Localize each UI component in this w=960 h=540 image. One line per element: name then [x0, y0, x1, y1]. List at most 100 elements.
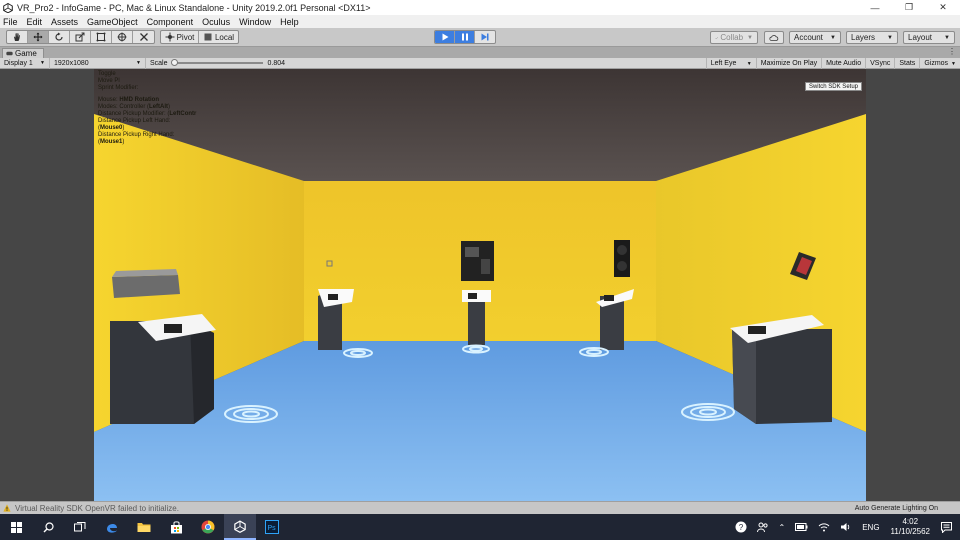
language-indicator[interactable]: ENG: [862, 523, 879, 532]
scale-label: Scale: [150, 59, 168, 67]
collab-dropdown[interactable]: Collab ▼: [710, 31, 758, 44]
hand-tool-button[interactable]: [7, 31, 28, 43]
hud-line-move: Move Pl: [98, 78, 120, 84]
stats-toggle[interactable]: Stats: [894, 58, 919, 69]
play-icon: [442, 33, 448, 41]
tab-game[interactable]: Game: [2, 48, 44, 58]
scale-slider-handle[interactable]: [170, 59, 178, 66]
help-tray-button[interactable]: ?: [735, 521, 747, 533]
people-tray-button[interactable]: [756, 522, 769, 533]
tab-menu-icon[interactable]: ⋮: [948, 47, 956, 56]
hud-line-distance-modifier: Distance Pickup Modifier: (LeftContr: [98, 111, 197, 117]
scale-slider[interactable]: [170, 59, 263, 66]
maximize-on-play-toggle[interactable]: Maximize On Play: [755, 58, 821, 69]
search-icon: [43, 521, 54, 532]
custom-tool-button[interactable]: [133, 31, 154, 43]
local-axes-icon: [204, 33, 212, 41]
menu-file[interactable]: File: [3, 17, 18, 27]
clock[interactable]: 4:02 11/10/2562: [891, 517, 930, 537]
unity-taskbar-button[interactable]: [224, 514, 256, 540]
controls-overlay: Toggle Move Pl Sprint Modifier: Mouse: H…: [98, 71, 198, 146]
pedestal-front-left: [110, 314, 216, 424]
svg-text:?: ?: [738, 523, 743, 532]
collab-label: Collab: [720, 33, 744, 42]
hud-line-sprint: Sprint Modifier:: [98, 85, 139, 91]
task-view-button[interactable]: [64, 514, 96, 540]
close-button[interactable]: ✕: [926, 0, 960, 15]
pause-button[interactable]: [455, 31, 475, 43]
transform-tool-button[interactable]: [112, 31, 133, 43]
minimize-button[interactable]: —: [858, 0, 892, 15]
start-button[interactable]: [0, 514, 32, 540]
pause-icon: [461, 33, 468, 41]
layers-dropdown[interactable]: Layers ▼: [846, 31, 898, 44]
vsync-toggle[interactable]: VSync: [865, 58, 894, 69]
chevron-down-icon: ▼: [136, 60, 141, 66]
edge-browser-button[interactable]: [96, 514, 128, 540]
switch-sdk-setup-button[interactable]: Switch SDK Setup: [804, 82, 862, 91]
wifi-icon[interactable]: [818, 522, 830, 532]
rotate-tool-button[interactable]: [49, 31, 70, 43]
menu-bar: File Edit Assets GameObject Component Oc…: [0, 15, 960, 28]
cloud-icon: [769, 34, 779, 41]
mute-audio-toggle[interactable]: Mute Audio: [821, 58, 865, 69]
status-message[interactable]: Virtual Reality SDK OpenVR failed to ini…: [15, 504, 179, 513]
play-button[interactable]: [435, 31, 455, 43]
game-view-toolbar: Display 1 ▼ 1920x1080 ▼ Scale 0.804 Left…: [0, 57, 960, 69]
tools-icon: [139, 33, 148, 41]
pivot-icon: [165, 32, 175, 42]
transform-all-icon: [117, 32, 127, 42]
notifications-icon[interactable]: [941, 521, 952, 533]
scale-tool-button[interactable]: [70, 31, 91, 43]
search-button[interactable]: [32, 514, 64, 540]
photoshop-button[interactable]: Ps: [256, 514, 288, 540]
vsync-label: VSync: [870, 60, 891, 67]
maximize-on-play-label: Maximize On Play: [760, 60, 818, 67]
menu-edit[interactable]: Edit: [27, 17, 43, 27]
game-viewport[interactable]: Toggle Move Pl Sprint Modifier: Mouse: H…: [0, 69, 960, 501]
menu-window[interactable]: Window: [239, 17, 271, 27]
display-dropdown[interactable]: Display 1 ▼: [0, 57, 50, 69]
window-title: VR_Pro2 - InfoGame - PC, Mac & Linux Sta…: [17, 2, 371, 13]
hud-line-mouse: Mouse: HMD Rotation: [98, 97, 160, 103]
menu-gameobject[interactable]: GameObject: [87, 17, 138, 27]
layout-label: Layout: [908, 33, 933, 42]
volume-icon[interactable]: [840, 522, 852, 532]
layout-dropdown[interactable]: Layout ▼: [903, 31, 955, 44]
rect-tool-button[interactable]: [91, 31, 112, 43]
chrome-button[interactable]: [192, 514, 224, 540]
maximize-button[interactable]: ❐: [892, 0, 926, 15]
gizmos-dropdown[interactable]: Gizmos ▼: [919, 58, 960, 69]
hud-line-distance-left: Distance Pickup Left Hand: (Mouse0): [98, 118, 171, 131]
svg-text:Ps: Ps: [268, 525, 277, 532]
eye-dropdown[interactable]: Left Eye ▼: [705, 58, 756, 69]
gizmos-label: Gizmos: [924, 60, 949, 67]
resolution-dropdown[interactable]: 1920x1080 ▼: [50, 57, 146, 69]
people-icon: [756, 522, 768, 532]
local-button[interactable]: Local: [199, 31, 238, 43]
cloud-button[interactable]: [764, 31, 784, 44]
menu-component[interactable]: Component: [147, 17, 194, 27]
pedestal-front-right: [730, 315, 832, 424]
move-tool-button[interactable]: [28, 31, 49, 43]
pivot-button[interactable]: Pivot: [161, 31, 199, 43]
warning-icon: [3, 504, 11, 512]
check-icon: [715, 36, 719, 39]
file-explorer-button[interactable]: [128, 514, 160, 540]
folder-icon: [137, 523, 151, 532]
menu-oculus[interactable]: Oculus: [202, 17, 230, 27]
play-controls: [434, 30, 496, 44]
account-dropdown[interactable]: Account ▼: [789, 31, 841, 44]
step-button[interactable]: [475, 31, 495, 43]
chevron-up-icon[interactable]: ⌃: [779, 523, 786, 532]
hud-line-distance-right: Distance Pickup Right Hand: (Mouse1): [98, 132, 175, 145]
eye-label: Left Eye: [710, 60, 737, 67]
store-button[interactable]: [160, 514, 192, 540]
menu-assets[interactable]: Assets: [51, 17, 78, 27]
battery-icon[interactable]: [795, 523, 808, 531]
game-scene[interactable]: Toggle Move Pl Sprint Modifier: Mouse: H…: [94, 69, 866, 501]
scale-control: Scale 0.804: [146, 58, 289, 69]
menu-help[interactable]: Help: [280, 17, 299, 27]
system-tray: ? ⌃ ENG 4:02 11/10/2562: [730, 514, 960, 540]
window-tab-bar: Game ⋮: [0, 47, 960, 58]
